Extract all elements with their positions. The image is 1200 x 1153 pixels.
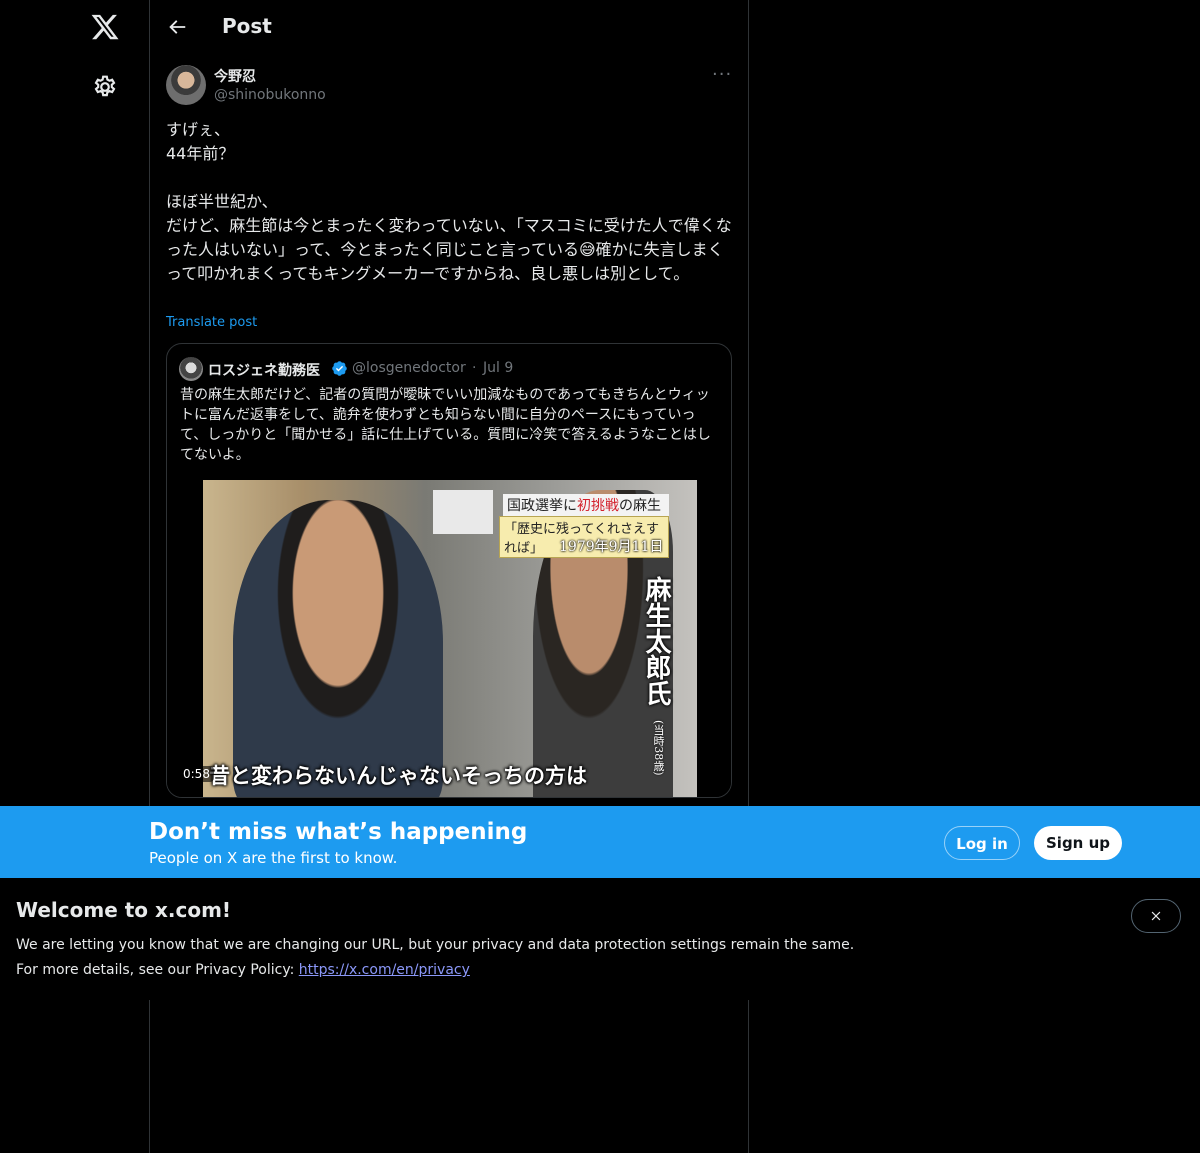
caption-highlight: 初挑戦	[577, 498, 619, 514]
caption-name: 麻生太郎氏	[641, 576, 671, 706]
caption-age: (当時38歳)	[652, 720, 665, 776]
quoted-post[interactable]: ロスジェネ勤務医 @losgenedoctor · Jul 9 昔の麻生太郎だけ…	[166, 343, 732, 798]
person-figure	[233, 500, 443, 797]
gear-icon[interactable]	[92, 74, 118, 100]
video-duration: 0:58	[179, 766, 214, 782]
privacy-policy-link[interactable]: https://x.com/en/privacy	[299, 962, 470, 978]
login-button[interactable]: Log in	[944, 826, 1020, 860]
close-icon	[1151, 911, 1161, 921]
x-logo-icon[interactable]	[90, 12, 120, 42]
video-subtitle: 昔と変わらないんじゃないそっちの方は	[209, 763, 587, 788]
author-handle[interactable]: @shinobukonno	[214, 87, 326, 103]
verified-badge-icon	[332, 361, 347, 376]
translate-post-link[interactable]: Translate post	[166, 315, 257, 330]
author-name[interactable]: 今野忍	[214, 66, 256, 86]
notice-prefix: For more details, see our Privacy Policy…	[16, 962, 299, 978]
separator-dot: ·	[472, 360, 477, 376]
caption-text: 国政選挙に	[507, 498, 577, 514]
url-change-notice: Welcome to x.com! We are letting you kno…	[0, 878, 1200, 1000]
back-arrow-icon[interactable]	[166, 16, 188, 38]
notice-text: We are letting you know that we are chan…	[16, 937, 855, 953]
close-button[interactable]	[1131, 899, 1181, 933]
quote-avatar[interactable]	[179, 357, 203, 381]
quote-author-name[interactable]: ロスジェネ勤務医	[208, 360, 320, 380]
news-caption: 国政選挙に初挑戦の麻生氏 「歴史に残ってくれさえすれば」 1979年9月11日	[433, 490, 669, 566]
notice-title: Welcome to x.com!	[16, 898, 232, 922]
video-thumbnail[interactable]: 国政選挙に初挑戦の麻生氏 「歴史に残ってくれさえすれば」 1979年9月11日 …	[203, 480, 697, 797]
signup-button[interactable]: Sign up	[1034, 826, 1122, 860]
signup-banner: Don’t miss what’s happening People on X …	[0, 806, 1200, 878]
quote-text: 昔の麻生太郎だけど、記者の質問が曖昧でいい加減なものであってもきちんとウィットに…	[180, 387, 711, 463]
building-graphic	[433, 490, 493, 534]
quote-date[interactable]: Jul 9	[483, 360, 513, 376]
post-header: Post	[150, 0, 748, 55]
video-player[interactable]: 国政選挙に初挑戦の麻生氏 「歴史に残ってくれさえすれば」 1979年9月11日 …	[167, 480, 731, 797]
banner-subtitle: People on X are the first to know.	[149, 849, 398, 867]
caption-date: 1979年9月11日	[559, 539, 664, 555]
more-icon[interactable]: ···	[712, 66, 732, 84]
post-text: すげぇ、 44年前？ ほぼ半世紀か、 だけど、麻生節は今とまったく変わっていない…	[166, 120, 732, 283]
page-title: Post	[222, 14, 272, 38]
quote-author-handle[interactable]: @losgenedoctor	[352, 360, 466, 376]
banner-title: Don’t miss what’s happening	[149, 819, 528, 845]
avatar[interactable]	[166, 65, 206, 105]
notice-text: For more details, see our Privacy Policy…	[16, 962, 470, 978]
